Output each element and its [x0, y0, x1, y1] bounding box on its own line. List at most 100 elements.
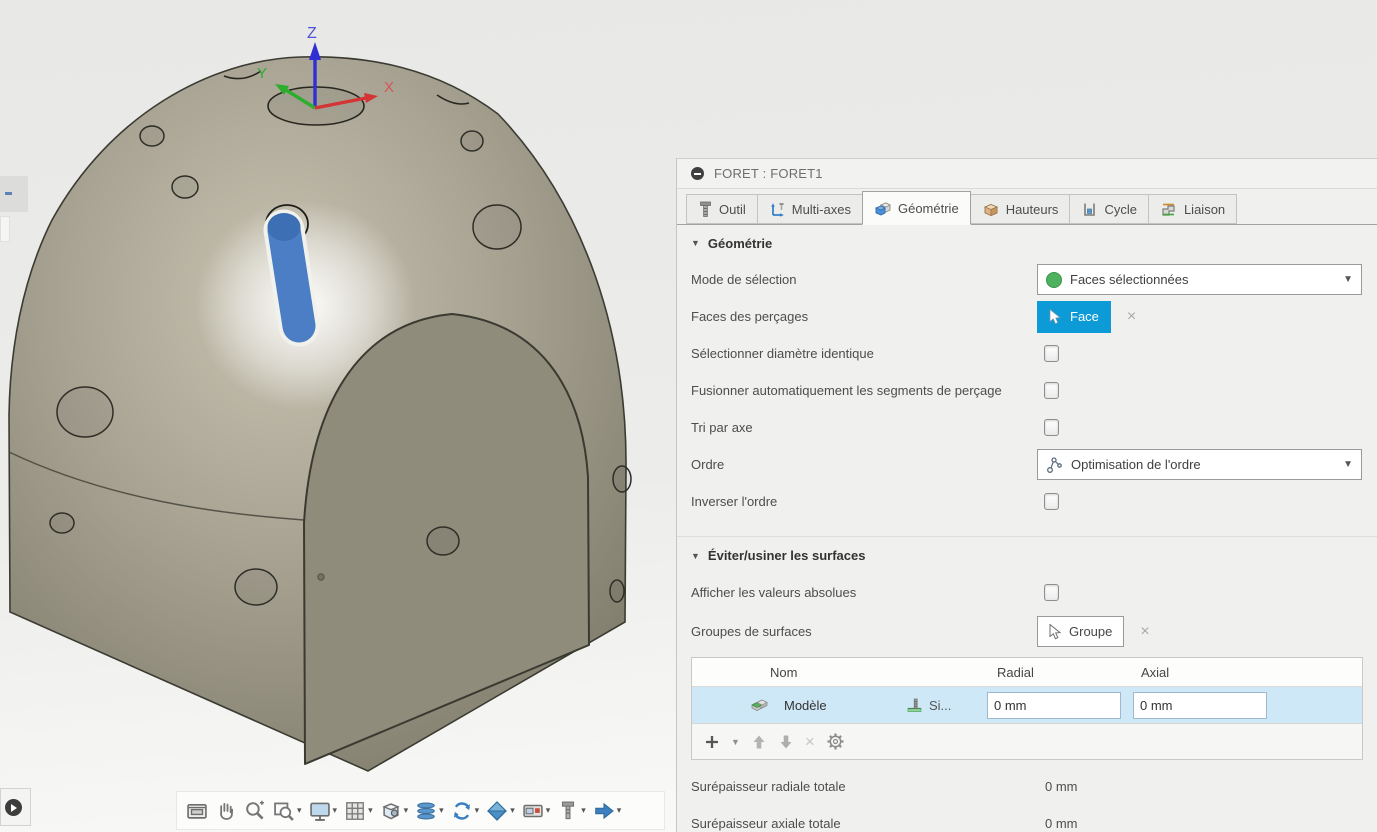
hole-faces-row: Faces des perçages Face × [691, 298, 1363, 335]
grid-icon[interactable]: ▾ [341, 798, 376, 824]
stock-icon[interactable]: ▾ [483, 798, 518, 824]
merge-segments-row: Fusionner automatiquement les segments d… [691, 372, 1363, 409]
group-select-button[interactable]: Groupe [1037, 616, 1124, 647]
table-settings-gear-icon[interactable] [826, 732, 845, 751]
face-select-button[interactable]: Face [1037, 301, 1111, 333]
tab-cycle[interactable]: Cycle [1069, 194, 1149, 224]
scene-box-icon[interactable] [183, 798, 211, 824]
zoom-window-icon[interactable]: ▾ [270, 798, 305, 824]
tool-icon[interactable]: ▾ [554, 798, 589, 824]
chevron-down-icon[interactable]: ▾ [368, 805, 373, 816]
display-settings-icon[interactable]: ▾ [306, 798, 341, 824]
clear-selection-icon[interactable]: × [1127, 308, 1136, 326]
table-row-modele[interactable]: Modèle Si... [692, 687, 1362, 723]
tab-hauteurs[interactable]: Hauteurs [970, 194, 1071, 224]
move-up-button[interactable] [751, 734, 767, 750]
chevron-down-icon[interactable]: ▾ [439, 805, 444, 816]
machine-icon[interactable]: ▾ [519, 798, 554, 824]
cursor-icon [1049, 309, 1062, 325]
expand-arrow-icon [5, 799, 22, 816]
dialog-title-bar[interactable]: FORET : FORET1 [677, 159, 1377, 189]
chevron-down-icon[interactable]: ▾ [581, 805, 586, 816]
merge-segments-label: Fusionner automatiquement les segments d… [691, 383, 1037, 398]
tab-outil[interactable]: Outil [686, 194, 758, 224]
x-axis-label: X [384, 79, 394, 96]
total-radial-value: 0 mm [1037, 779, 1363, 794]
z-axis-label: Z [307, 25, 317, 42]
browser-toggle-button[interactable] [0, 788, 31, 826]
collapse-triangle-icon: ▼ [691, 238, 700, 248]
tab-multi-axes[interactable]: Multi-axes [757, 194, 863, 224]
chevron-down-icon[interactable]: ▾ [404, 805, 409, 816]
axial-stock-input[interactable] [1133, 692, 1267, 719]
order-dropdown[interactable]: Optimisation de l'ordre ▼ [1037, 449, 1362, 480]
reverse-order-label: Inverser l'ordre [691, 494, 1037, 509]
section-title: Éviter/usiner les surfaces [708, 548, 866, 563]
delete-row-icon[interactable]: × [805, 732, 815, 752]
same-diameter-row: Sélectionner diamètre identique [691, 335, 1363, 372]
chevron-down-icon[interactable]: ▾ [510, 805, 515, 816]
collapsed-panel-handle[interactable] [0, 216, 10, 242]
absolute-values-label: Afficher les valeurs absolues [691, 585, 1037, 600]
post-process-icon[interactable]: ▾ [590, 798, 625, 824]
chevron-down-icon[interactable]: ▾ [546, 805, 551, 816]
add-row-dropdown-icon[interactable]: ▼ [731, 737, 740, 747]
heights-icon [982, 201, 1000, 218]
geometry-section-header[interactable]: ▼ Géométrie [691, 225, 1363, 261]
collapse-circle-icon[interactable] [691, 167, 704, 180]
hole-faces-label: Faces des perçages [691, 309, 1037, 324]
dialog-title: FORET : FORET1 [714, 166, 823, 181]
linking-icon [1160, 201, 1178, 218]
steps-icon[interactable]: ▾ [412, 798, 447, 824]
tab-label: Géométrie [898, 201, 959, 216]
pan-hand-icon[interactable] [212, 798, 240, 824]
chevron-down-icon[interactable]: ▾ [475, 805, 480, 816]
chevron-down-icon: ▼ [1343, 274, 1353, 285]
model-icon [750, 697, 770, 713]
tab-label: Hauteurs [1006, 202, 1059, 217]
total-axial-label: Surépaisseur axiale totale [691, 816, 1037, 831]
collapse-triangle-icon: ▼ [691, 551, 700, 561]
selection-mode-dropdown[interactable]: Faces sélectionnées ▼ [1037, 264, 1362, 295]
row-mode-value: Si... [929, 698, 951, 713]
zoom-icon[interactable] [241, 798, 269, 824]
reverse-order-checkbox[interactable] [1044, 493, 1059, 510]
table-toolbar: ▼ × [692, 723, 1362, 759]
tab-geometrie[interactable]: Géométrie [862, 191, 971, 225]
radial-stock-input[interactable] [987, 692, 1121, 719]
selection-mode-label: Mode de sélection [691, 272, 1037, 287]
vertex-point[interactable] [318, 574, 324, 580]
axis-sort-label: Tri par axe [691, 420, 1037, 435]
button-label: Face [1070, 309, 1099, 324]
dialog-tab-strip: Outil Multi-axes Géométrie Hauteurs Cycl… [677, 189, 1377, 225]
y-axis-label: Y [257, 65, 267, 82]
cycle-icon [1081, 201, 1098, 218]
viewports-icon[interactable]: ▾ [377, 798, 412, 824]
tab-label: Cycle [1104, 202, 1137, 217]
dropdown-value: Optimisation de l'ordre [1071, 457, 1201, 472]
same-diameter-checkbox[interactable] [1044, 345, 1059, 362]
add-row-button[interactable] [704, 734, 720, 750]
button-label: Groupe [1069, 624, 1112, 639]
order-row: Ordre Optimisation de l'ordre ▼ [691, 446, 1363, 483]
refresh-icon[interactable]: ▾ [448, 798, 483, 824]
column-header-radial: Radial [987, 665, 1129, 680]
tab-label: Liaison [1184, 202, 1225, 217]
surface-groups-label: Groupes de surfaces [691, 624, 1037, 639]
row-mode-dropdown[interactable]: Si... [907, 697, 987, 714]
tab-liaison[interactable]: Liaison [1148, 194, 1237, 224]
clear-groups-icon[interactable]: × [1140, 623, 1149, 641]
chevron-down-icon[interactable]: ▾ [297, 805, 302, 816]
move-down-button[interactable] [778, 734, 794, 750]
collapsed-panel-tab[interactable] [0, 176, 28, 212]
axis-sort-checkbox[interactable] [1044, 419, 1059, 436]
absolute-values-checkbox[interactable] [1044, 584, 1059, 601]
avoid-surfaces-section-header[interactable]: ▼ Éviter/usiner les surfaces [691, 537, 1363, 574]
total-axial-value: 0 mm [1037, 816, 1363, 831]
surface-groups-row: Groupes de surfaces Groupe × [691, 611, 1363, 652]
model-canvas[interactable]: Z Y X [0, 0, 680, 832]
chevron-down-icon[interactable]: ▾ [617, 805, 622, 816]
chevron-down-icon[interactable]: ▾ [333, 805, 338, 816]
merge-segments-checkbox[interactable] [1044, 382, 1059, 399]
machining-mode-icon [907, 697, 925, 714]
